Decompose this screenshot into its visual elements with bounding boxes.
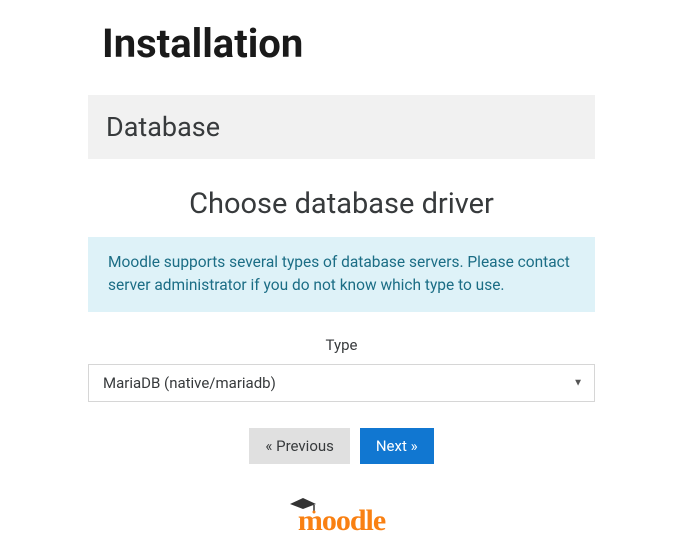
info-message: Moodle supports several types of databas…: [88, 237, 595, 312]
subheading: Choose database driver: [88, 187, 595, 221]
nav-row: « Previous Next »: [88, 428, 595, 464]
section-header: Database: [88, 95, 595, 159]
type-select-wrap: MariaDB (native/mariadb) ▼: [88, 364, 595, 402]
moodle-logo: moodle: [298, 504, 385, 538]
page-title: Installation: [102, 20, 595, 67]
logo-row: moodle: [88, 504, 595, 538]
type-select[interactable]: MariaDB (native/mariadb): [88, 364, 595, 402]
graduation-cap-icon: [290, 498, 316, 518]
type-label: Type: [88, 336, 595, 354]
next-button[interactable]: Next »: [360, 428, 434, 464]
previous-button[interactable]: « Previous: [249, 428, 350, 464]
